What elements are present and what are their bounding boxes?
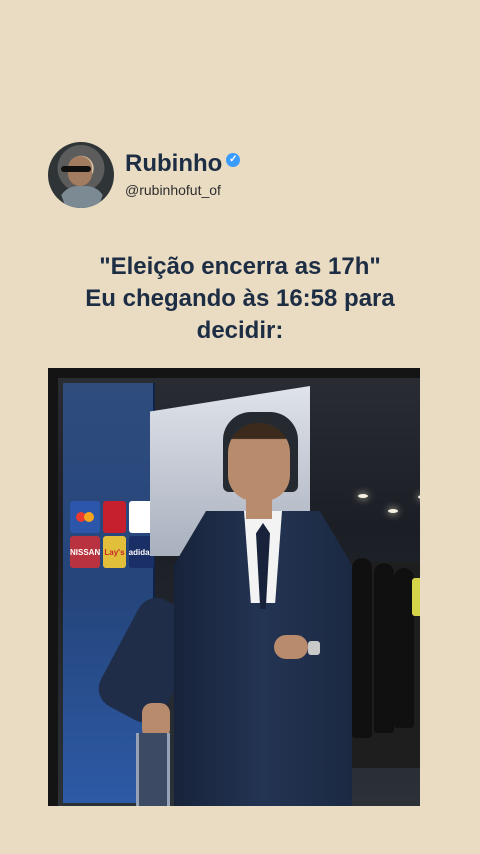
ceiling-light <box>418 495 420 499</box>
avatar-glasses <box>61 166 91 172</box>
media-scene: NISSAN Lay's adidas <box>58 378 420 806</box>
nissan-logo: NISSAN <box>70 536 101 568</box>
profile-meta: Rubinho ✓ @rubinhofut_of <box>125 152 241 198</box>
main-person <box>91 423 378 806</box>
post-caption: "Eleição encerra as 17h" Eu chegando às … <box>20 251 460 347</box>
profile-handle[interactable]: @rubinhofut_of <box>125 182 240 198</box>
caption-line-2: Eu chegando às 16:58 para <box>85 285 395 312</box>
unicredit-logo <box>103 501 126 533</box>
verified-icon: ✓ <box>226 153 241 167</box>
ceiling-light <box>388 509 398 513</box>
name-row: Rubinho ✓ <box>125 152 241 176</box>
crowd-person <box>394 568 414 728</box>
safety-vest <box>412 578 420 616</box>
post-media[interactable]: NISSAN Lay's adidas <box>48 368 420 806</box>
watch <box>308 641 320 655</box>
luggage-handle <box>136 733 170 806</box>
profile-name[interactable]: Rubinho <box>125 152 222 176</box>
right-hand <box>274 635 308 659</box>
profile-header: Rubinho ✓ @rubinhofut_of <box>48 142 241 208</box>
head <box>228 423 290 501</box>
avatar-shirt <box>58 186 106 208</box>
lays-logo: Lay's <box>103 536 126 568</box>
caption-line-1: "Eleição encerra as 17h" <box>99 253 381 280</box>
caption-line-3: decidir: <box>196 317 284 344</box>
avatar[interactable] <box>48 142 114 208</box>
sponsor-logos: NISSAN Lay's adidas <box>70 501 154 568</box>
mastercard-logo <box>70 501 101 533</box>
